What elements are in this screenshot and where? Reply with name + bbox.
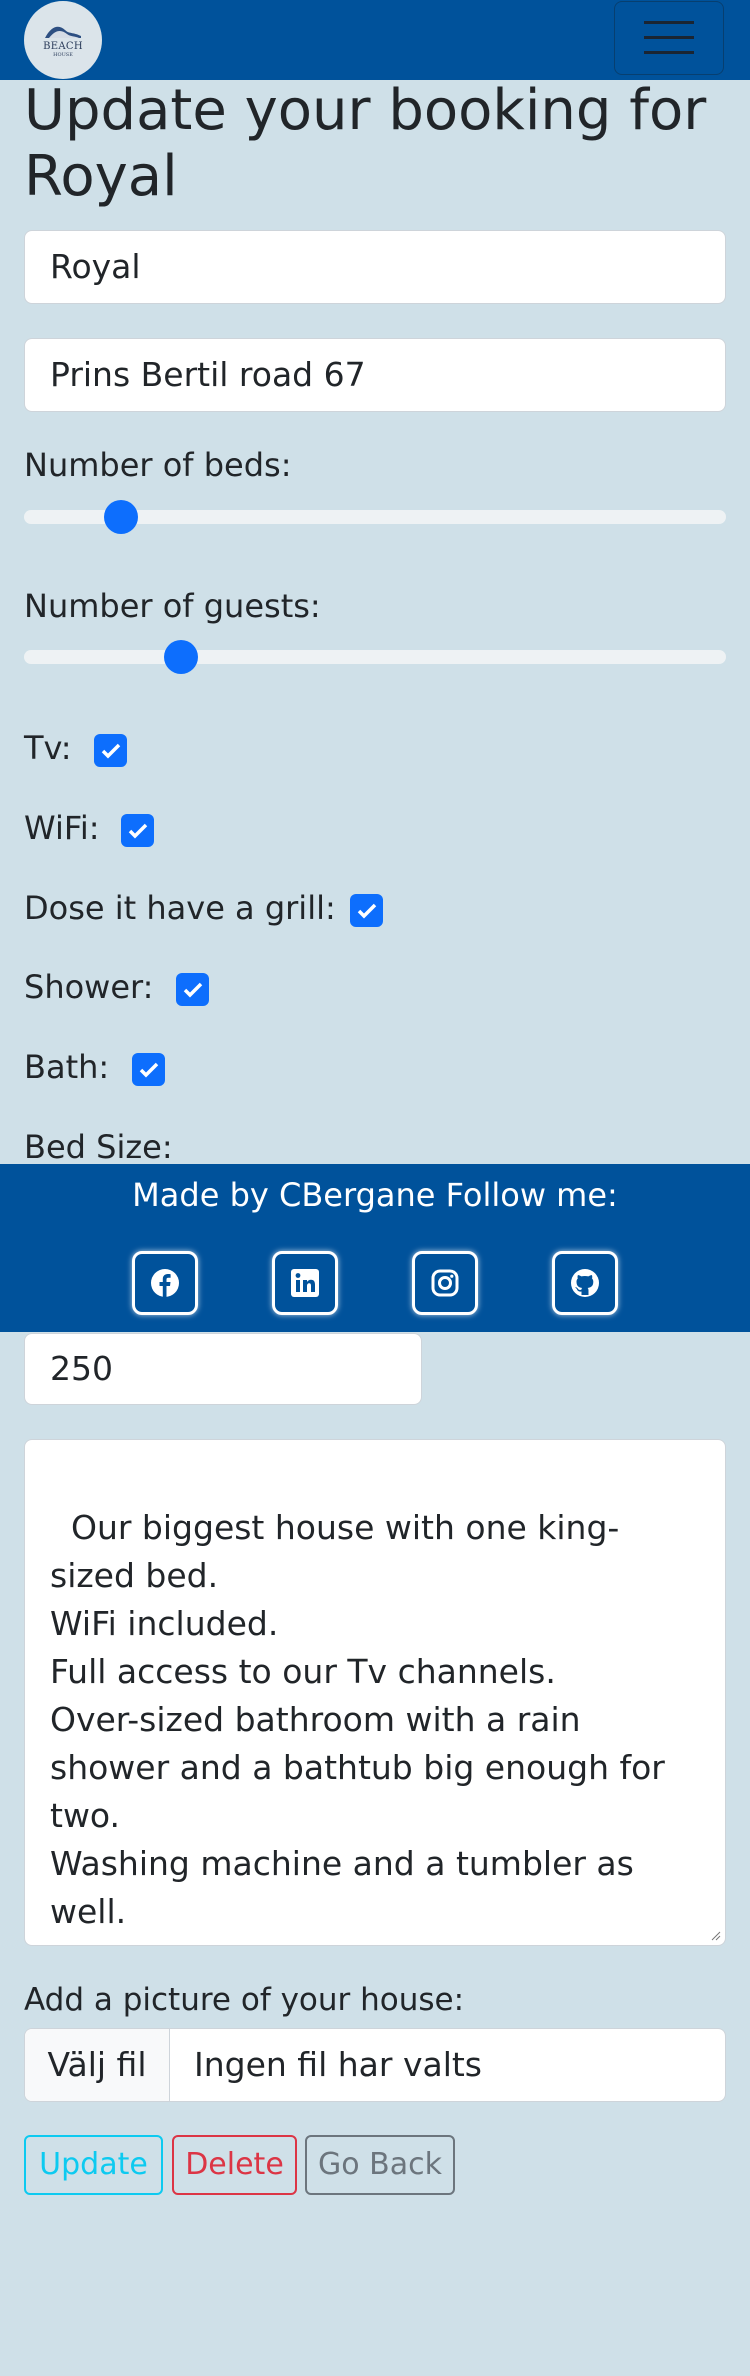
check-icon [357, 903, 376, 918]
footer-text: Made by CBergane Follow me: [132, 1176, 618, 1214]
price-input[interactable]: 250 [24, 1333, 422, 1405]
picture-label: Add a picture of your house: [24, 1982, 465, 2018]
shower-checkbox[interactable] [176, 973, 209, 1006]
footer: Made by CBergane Follow me: [0, 1164, 750, 1332]
bath-label: Bath: [24, 1048, 110, 1086]
facebook-link[interactable] [132, 1251, 198, 1315]
wifi-checkbox[interactable] [121, 814, 154, 847]
logo-text: BEACH [43, 41, 83, 52]
check-icon [139, 1062, 158, 1077]
github-link[interactable] [552, 1251, 618, 1315]
shower-label: Shower: [24, 968, 154, 1006]
beds-label: Number of beds: [24, 446, 292, 484]
hamburger-icon [644, 21, 694, 54]
logo-subtext: HOUSE [53, 52, 73, 58]
tv-label: Tv: [24, 729, 72, 767]
file-status: Ingen fil har valts [194, 2045, 482, 2084]
instagram-link[interactable] [412, 1251, 478, 1315]
choose-file-button[interactable]: Välj fil [25, 2029, 170, 2101]
navbar: BEACH HOUSE [0, 0, 750, 80]
bed-size-label: Bed Size: [24, 1128, 173, 1166]
description-textarea[interactable]: Our biggest house with one king-sized be… [24, 1439, 726, 1946]
linkedin-link[interactable] [272, 1251, 338, 1315]
resize-grip-icon[interactable] [711, 1931, 721, 1941]
check-icon [183, 982, 202, 997]
brand-logo[interactable]: BEACH HOUSE [24, 1, 102, 79]
guests-slider[interactable] [24, 650, 726, 664]
wave-icon [45, 26, 81, 38]
menu-toggle-button[interactable] [614, 1, 724, 75]
wifi-label: WiFi: [24, 809, 100, 847]
grill-checkbox[interactable] [350, 894, 383, 927]
house-name-input[interactable]: Royal [24, 230, 726, 304]
linkedin-icon [291, 1269, 319, 1297]
instagram-icon [431, 1269, 459, 1297]
update-button[interactable]: Update [24, 2135, 163, 2195]
check-icon [101, 743, 120, 758]
guests-slider-thumb[interactable] [164, 640, 199, 674]
check-icon [128, 823, 147, 838]
page-title: Update your booking for Royal [24, 78, 707, 209]
address-input[interactable]: Prins Bertil road 67 [24, 338, 726, 412]
bath-checkbox[interactable] [132, 1053, 165, 1086]
delete-button[interactable]: Delete [172, 2135, 297, 2195]
guests-label: Number of guests: [24, 587, 321, 625]
github-icon [571, 1269, 599, 1297]
file-input[interactable]: Välj fil Ingen fil har valts [24, 2028, 726, 2102]
grill-label: Dose it have a grill: [24, 889, 336, 927]
description-text: Our biggest house with one king-sized be… [50, 1508, 665, 1945]
beds-slider-thumb[interactable] [104, 500, 139, 534]
facebook-icon [151, 1269, 179, 1297]
go-back-button[interactable]: Go Back [305, 2135, 455, 2195]
tv-checkbox[interactable] [94, 734, 127, 767]
